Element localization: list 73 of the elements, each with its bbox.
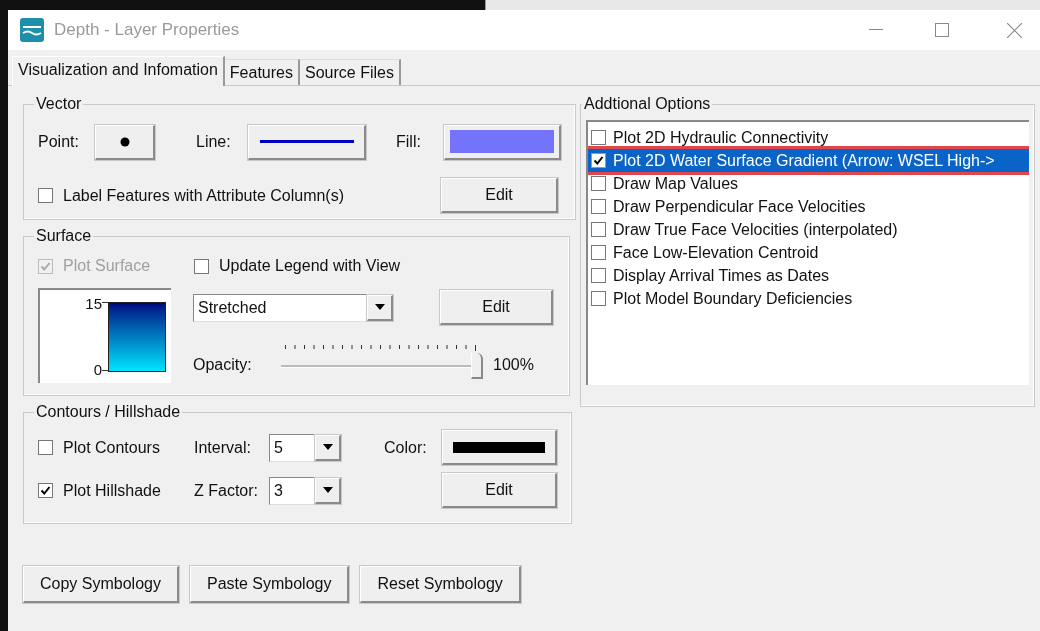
z-factor-dropdown[interactable]: 3 <box>269 476 342 505</box>
option-label: Plot 2D Water Surface Gradient (Arrow: WSEL High-> <box>613 150 995 171</box>
checkbox[interactable] <box>591 153 606 168</box>
symbology-button[interactable]: Reset Symbology <box>360 566 521 603</box>
legend-max-label: 15 <box>85 296 102 311</box>
option-item[interactable]: Face Low-Elevation Centroid <box>588 241 1029 264</box>
field-label: Color: <box>384 437 428 458</box>
line-icon <box>259 140 354 143</box>
line-symbol-button[interactable] <box>248 124 366 160</box>
edit-button[interactable]: Edit <box>440 290 553 325</box>
edit-button[interactable]: Edit <box>442 473 557 508</box>
option-label: Display Arrival Times as Dates <box>613 265 830 286</box>
option-label: Draw Perpendicular Face Velocities <box>613 196 866 217</box>
interval-dropdown[interactable]: 5 <box>269 433 342 462</box>
checkbox-label: Update Legend with View <box>219 256 401 276</box>
option-item[interactable]: Display Arrival Times as Dates <box>588 264 1029 287</box>
app-icon <box>20 18 44 42</box>
opacity-reading: 100% <box>493 355 534 375</box>
dot-icon <box>119 136 130 147</box>
checkbox-label: Label Features with Attribute Column(s) <box>63 185 344 206</box>
minimize-icon[interactable] <box>869 29 883 31</box>
field-label: Line: <box>196 132 232 152</box>
tab[interactable]: Visualization and Infomation <box>12 56 225 86</box>
legend-min-label: 0 <box>93 362 102 377</box>
field-label: Interval: <box>194 437 252 458</box>
mode-dropdown[interactable]: Stretched <box>193 293 394 322</box>
checkbox[interactable] <box>591 222 606 237</box>
field-label: Z Factor: <box>194 480 259 501</box>
slider-thumb[interactable] <box>471 353 483 379</box>
opacity-slider[interactable] <box>281 345 483 379</box>
window-title: Depth - Layer Properties <box>54 19 240 42</box>
checkbox[interactable] <box>591 291 606 306</box>
checkbox-label: Plot Hillshade <box>63 480 161 501</box>
gradient-bar <box>108 302 166 372</box>
fill-color-button[interactable] <box>444 124 561 160</box>
checkbox[interactable] <box>591 130 606 145</box>
option-label: Face Low-Elevation Centroid <box>613 242 819 263</box>
symbology-button[interactable]: Paste Symbology <box>189 566 350 603</box>
field-label: Point: <box>38 132 80 152</box>
group-title: Addtional Options <box>583 94 712 114</box>
field-label: Fill: <box>396 132 422 152</box>
checkbox[interactable] <box>591 199 606 214</box>
option-item[interactable]: Draw Perpendicular Face Velocities <box>588 195 1029 218</box>
option-item[interactable]: Plot Model Boundary Deficiencies <box>588 287 1029 310</box>
option-label: Plot Model Boundary Deficiencies <box>613 288 853 309</box>
edit-button[interactable]: Edit <box>441 178 558 213</box>
checkbox[interactable] <box>591 268 606 283</box>
option-item[interactable]: Plot 2D Water Surface Gradient (Arrow: WSEL High-> <box>588 149 1029 172</box>
group-title: Contours / Hillshade <box>35 402 182 422</box>
option-label: Draw True Face Velocities (interpolated) <box>613 219 898 240</box>
option-label: Plot 2D Hydraulic Connectivity <box>613 127 829 148</box>
maximize-icon[interactable] <box>935 23 949 37</box>
contour-color-button[interactable] <box>442 430 557 465</box>
option-item[interactable]: Draw True Face Velocities (interpolated) <box>588 218 1029 241</box>
point-symbol-button[interactable] <box>95 124 155 160</box>
symbology-button[interactable]: Copy Symbology <box>23 566 179 603</box>
checkbox[interactable] <box>591 245 606 260</box>
option-item[interactable]: Plot 2D Hydraulic Connectivity <box>588 126 1029 149</box>
checkbox[interactable] <box>38 188 53 203</box>
group-title: Vector <box>35 94 83 114</box>
field-label: Opacity: <box>193 355 253 375</box>
checkbox[interactable] <box>38 440 53 455</box>
checkbox[interactable] <box>194 258 209 274</box>
tab[interactable]: Features <box>224 59 300 85</box>
tab[interactable]: Source Files <box>300 59 401 85</box>
option-label: Draw Map Values <box>613 173 739 194</box>
group-title: Surface <box>35 226 93 246</box>
checkbox[interactable] <box>591 176 606 191</box>
checkbox[interactable] <box>38 483 53 498</box>
checkbox-label: Plot Surface <box>63 256 151 276</box>
close-icon[interactable] <box>1007 22 1022 38</box>
option-item[interactable]: Draw Map Values <box>588 172 1029 195</box>
checkbox-label: Plot Contours <box>63 437 160 458</box>
